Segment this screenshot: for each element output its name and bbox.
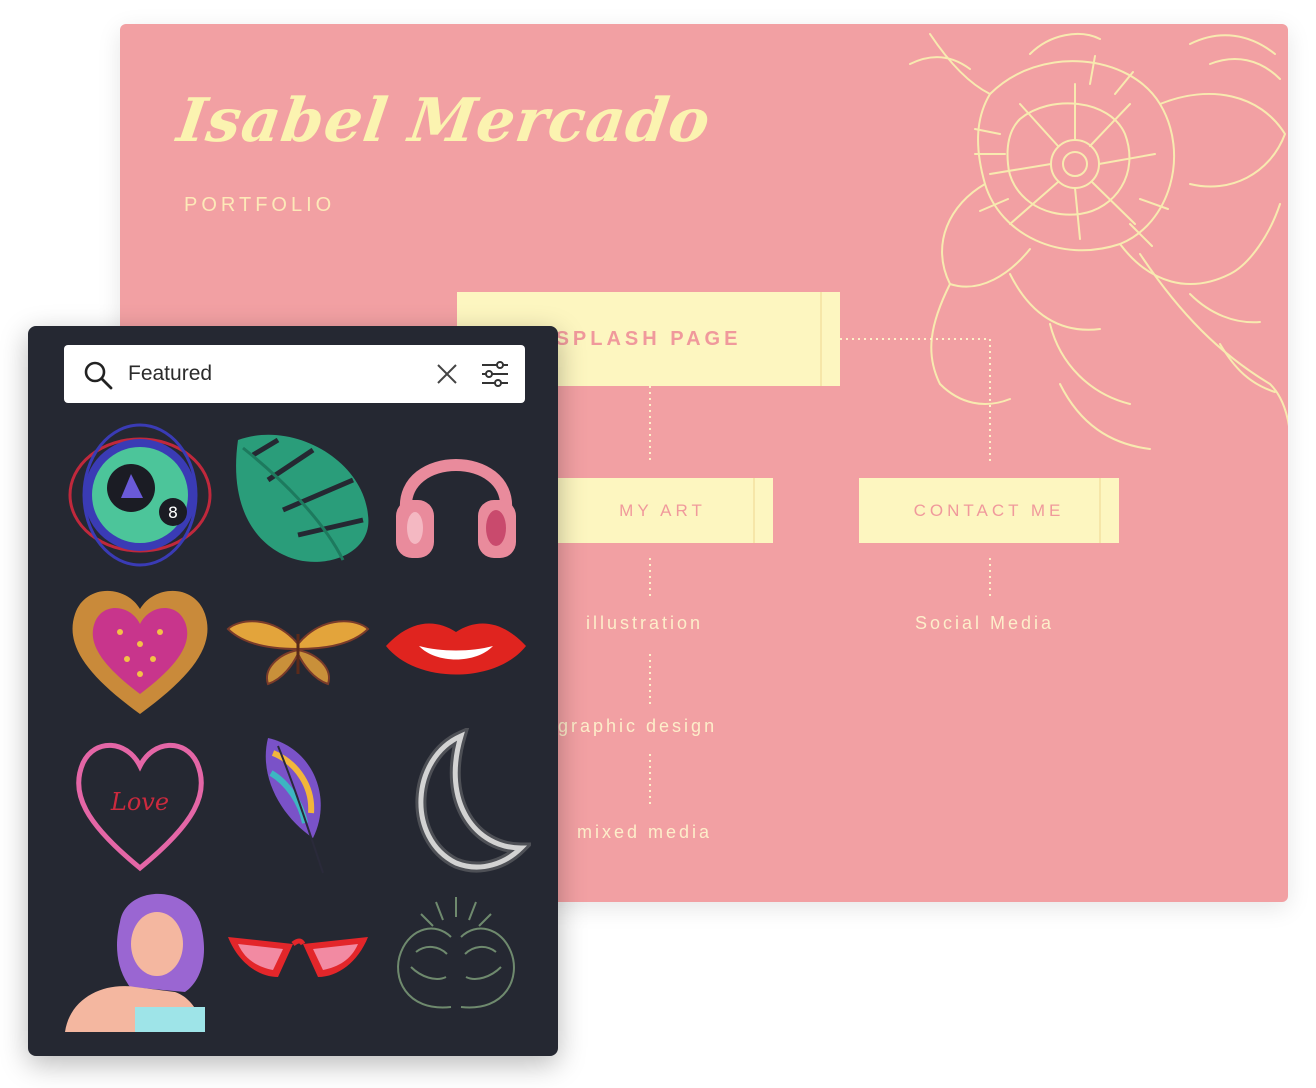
sticker-gemini-twins[interactable]	[378, 880, 534, 1034]
leaf-graphic-design[interactable]: graphic design	[558, 716, 717, 737]
filter-sliders-icon	[482, 361, 508, 387]
lips-icon	[386, 623, 526, 675]
node-splash-label: SPLASH PAGE	[555, 327, 742, 350]
sticker-strawberry-heart[interactable]	[62, 572, 218, 726]
search-input[interactable]	[128, 355, 428, 393]
clear-search-button[interactable]	[430, 357, 464, 391]
strawberry-heart-icon	[72, 590, 208, 714]
leaf-illustration[interactable]: illustration	[586, 613, 703, 634]
sticker-sunglasses[interactable]	[220, 880, 376, 1034]
magic-8-ball-icon: 8	[68, 423, 212, 567]
node-contact-label: CONTACT ME	[913, 500, 1065, 520]
search-icon	[84, 361, 113, 390]
sticker-magic-8-ball[interactable]: 8	[62, 418, 218, 572]
butterfly-icon	[226, 620, 370, 686]
sticker-monstera-leaf[interactable]	[220, 418, 376, 572]
leaf-social-media[interactable]: Social Media	[915, 613, 1054, 634]
node-contact-me[interactable]: CONTACT ME	[859, 478, 1119, 543]
love-heart-icon: Love	[76, 742, 204, 872]
sticker-headphones[interactable]	[378, 418, 534, 572]
sticker-love-heart[interactable]: Love	[62, 726, 218, 880]
sticker-butterfly[interactable]	[220, 572, 376, 726]
search-bar	[64, 345, 525, 403]
filter-button[interactable]	[478, 357, 512, 391]
svg-text:Love: Love	[110, 788, 169, 816]
sticker-grid: 8 Love	[62, 418, 532, 1034]
node-my-art-label: MY ART	[619, 500, 706, 520]
close-icon	[437, 364, 457, 384]
crescent-moon-icon	[415, 728, 531, 873]
sticker-woman-portrait[interactable]	[62, 880, 218, 1034]
headphones-icon	[396, 459, 516, 558]
monstera-leaf-icon	[236, 434, 369, 562]
sunglasses-icon	[228, 937, 368, 977]
gemini-twins-icon	[397, 897, 515, 1009]
node-my-art[interactable]: MY ART	[552, 478, 773, 543]
elements-panel: 8	[28, 326, 558, 1056]
woman-portrait-icon	[65, 893, 205, 1032]
feather-icon	[265, 738, 324, 874]
sticker-red-lips[interactable]	[378, 572, 534, 726]
sticker-neon-moon[interactable]	[378, 726, 534, 880]
svg-text:8: 8	[168, 503, 178, 522]
sticker-feather[interactable]	[220, 726, 376, 880]
leaf-mixed-media[interactable]: mixed media	[577, 822, 712, 843]
